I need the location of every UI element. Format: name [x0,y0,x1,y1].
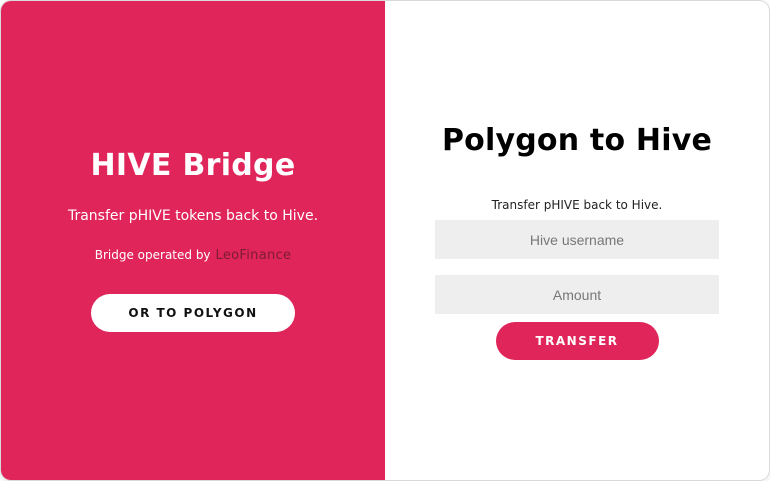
hive-username-input[interactable] [435,220,719,259]
amount-input[interactable] [435,275,719,314]
operated-by-line: Bridge operated by LeoFinance [95,247,292,264]
bridge-title: HIVE Bridge [90,148,296,183]
switch-to-polygon-button[interactable]: OR TO POLYGON [91,294,295,332]
bridge-card: HIVE Bridge Transfer pHIVE tokens back t… [1,1,769,480]
operated-by-label: Bridge operated by [94,248,211,262]
transfer-button[interactable]: TRANSFER [495,322,659,360]
info-panel: HIVE Bridge Transfer pHIVE tokens back t… [1,1,385,480]
bridge-subtitle: Transfer pHIVE tokens back to Hive. [67,208,319,224]
form-title: Polygon to Hive [441,123,712,158]
form-subtitle: Transfer pHIVE back to Hive. [491,198,663,212]
leofinance-link[interactable]: LeoFinance [216,248,292,264]
transfer-form-panel: Polygon to Hive Transfer pHIVE back to H… [385,1,769,480]
